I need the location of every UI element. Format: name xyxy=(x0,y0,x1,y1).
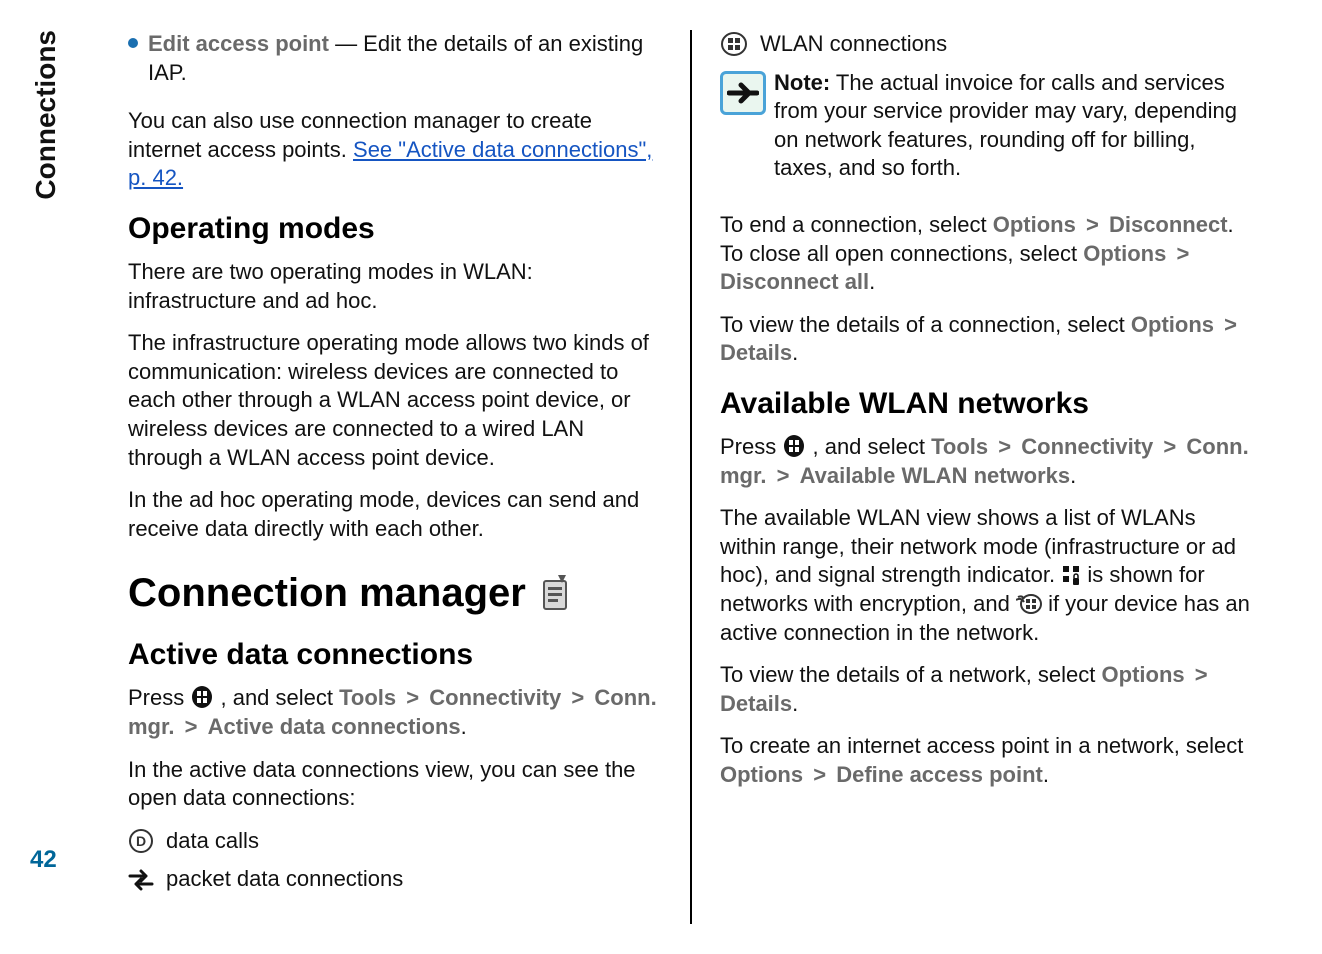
ui-label-tools: Tools xyxy=(339,685,396,710)
note-body: The actual invoice for calls and service… xyxy=(774,70,1237,181)
ui-label-options: Options xyxy=(1102,662,1185,687)
period: . xyxy=(869,269,875,294)
separator: > xyxy=(181,714,202,739)
period: . xyxy=(1070,463,1076,488)
paragraph: The available WLAN view shows a list of … xyxy=(720,504,1254,647)
ui-label-avail-wlan: Available WLAN networks xyxy=(800,463,1071,488)
text: To view the details of a network, select xyxy=(720,662,1102,687)
document-page: Connections 42 Edit access point — Edit … xyxy=(0,0,1322,954)
bullet-text: Edit access point — Edit the details of … xyxy=(148,30,662,87)
text: Press xyxy=(720,434,782,459)
ui-label-details: Details xyxy=(720,691,792,716)
note-text: Note: The actual invoice for calls and s… xyxy=(774,69,1254,183)
menu-key-icon xyxy=(190,685,214,709)
right-column: WLAN connections Note: The actual invoic… xyxy=(692,30,1282,924)
text: To end a connection, select xyxy=(720,212,993,237)
separator: > xyxy=(1082,212,1103,237)
page-number: 42 xyxy=(30,846,57,874)
ui-label-disconnect-all: Disconnect all xyxy=(720,269,869,294)
ui-label-active-dc: Active data connections xyxy=(208,714,461,739)
text: To create an internet access point in a … xyxy=(720,733,1243,758)
svg-text:D: D xyxy=(136,833,146,849)
paragraph: There are two operating modes in WLAN: i… xyxy=(128,258,662,315)
active-connection-icon xyxy=(1016,593,1042,615)
paragraph: To create an internet access point in a … xyxy=(720,732,1254,789)
note-icon xyxy=(720,71,766,115)
separator: > xyxy=(773,463,794,488)
section-label: Connections xyxy=(30,30,62,200)
list-item: Edit access point — Edit the details of … xyxy=(128,30,662,101)
ui-label-options: Options xyxy=(1083,241,1166,266)
note-label: Note: xyxy=(774,70,830,95)
ui-label-connectivity: Connectivity xyxy=(429,685,561,710)
period: . xyxy=(461,714,467,739)
paragraph: To end a connection, select Options > Di… xyxy=(720,211,1254,297)
ui-label-disconnect: Disconnect xyxy=(1109,212,1228,237)
wlan-connections-icon xyxy=(720,31,748,57)
data-call-icon: D xyxy=(128,828,154,854)
paragraph: To view the details of a network, select… xyxy=(720,661,1254,718)
note-block: Note: The actual invoice for calls and s… xyxy=(720,69,1254,197)
list-item: packet data connections xyxy=(128,865,662,894)
heading-text: Connection manager xyxy=(128,567,526,619)
paragraph: You can also use connection manager to c… xyxy=(128,107,662,193)
content-area: Edit access point — Edit the details of … xyxy=(90,0,1322,954)
heading-available-wlan: Available WLAN networks xyxy=(720,384,1254,423)
separator: > xyxy=(567,685,588,710)
period: . xyxy=(1043,762,1049,787)
paragraph: In the ad hoc operating mode, devices ca… xyxy=(128,486,662,543)
text: , and select xyxy=(220,685,339,710)
heading-operating-modes: Operating modes xyxy=(128,209,662,248)
left-column: Edit access point — Edit the details of … xyxy=(100,30,692,924)
paragraph: The infrastructure operating mode allows… xyxy=(128,329,662,472)
list-item: WLAN connections xyxy=(720,30,1254,59)
menu-key-icon xyxy=(782,434,806,458)
separator: > xyxy=(994,434,1015,459)
ui-label-details: Details xyxy=(720,340,792,365)
list-item-text: packet data connections xyxy=(166,865,403,894)
connection-manager-icon xyxy=(538,573,572,613)
text: To view the details of a connection, sel… xyxy=(720,312,1131,337)
list-item-text: data calls xyxy=(166,827,259,856)
ui-label-options: Options xyxy=(1131,312,1214,337)
ui-label-edit-ap: Edit access point xyxy=(148,31,329,56)
ui-label-define-ap: Define access point xyxy=(836,762,1043,787)
ui-label-options: Options xyxy=(720,762,803,787)
text: Press xyxy=(128,685,190,710)
paragraph: To view the details of a connection, sel… xyxy=(720,311,1254,368)
nav-path: Press , and select Tools > Connectivity … xyxy=(128,684,662,741)
list-item: D data calls xyxy=(128,827,662,856)
bullet-icon xyxy=(128,38,138,48)
separator: > xyxy=(1191,662,1212,687)
text: , and select xyxy=(812,434,931,459)
separator: > xyxy=(1159,434,1180,459)
heading-active-data-connections: Active data connections xyxy=(128,635,662,674)
list-item-text: WLAN connections xyxy=(760,30,947,59)
encryption-icon xyxy=(1061,564,1081,586)
separator: > xyxy=(402,685,423,710)
ui-label-tools: Tools xyxy=(931,434,988,459)
separator: > xyxy=(1220,312,1241,337)
heading-connection-manager: Connection manager xyxy=(128,567,662,619)
separator: > xyxy=(809,762,830,787)
page-sidebar: Connections 42 xyxy=(0,0,90,954)
period: . xyxy=(792,691,798,716)
period: . xyxy=(792,340,798,365)
separator: > xyxy=(1172,241,1193,266)
ui-label-connectivity: Connectivity xyxy=(1021,434,1153,459)
packet-data-icon xyxy=(128,869,154,891)
paragraph: In the active data connections view, you… xyxy=(128,756,662,813)
nav-path: Press , and select Tools > Connectivity … xyxy=(720,433,1254,490)
ui-label-options: Options xyxy=(993,212,1076,237)
